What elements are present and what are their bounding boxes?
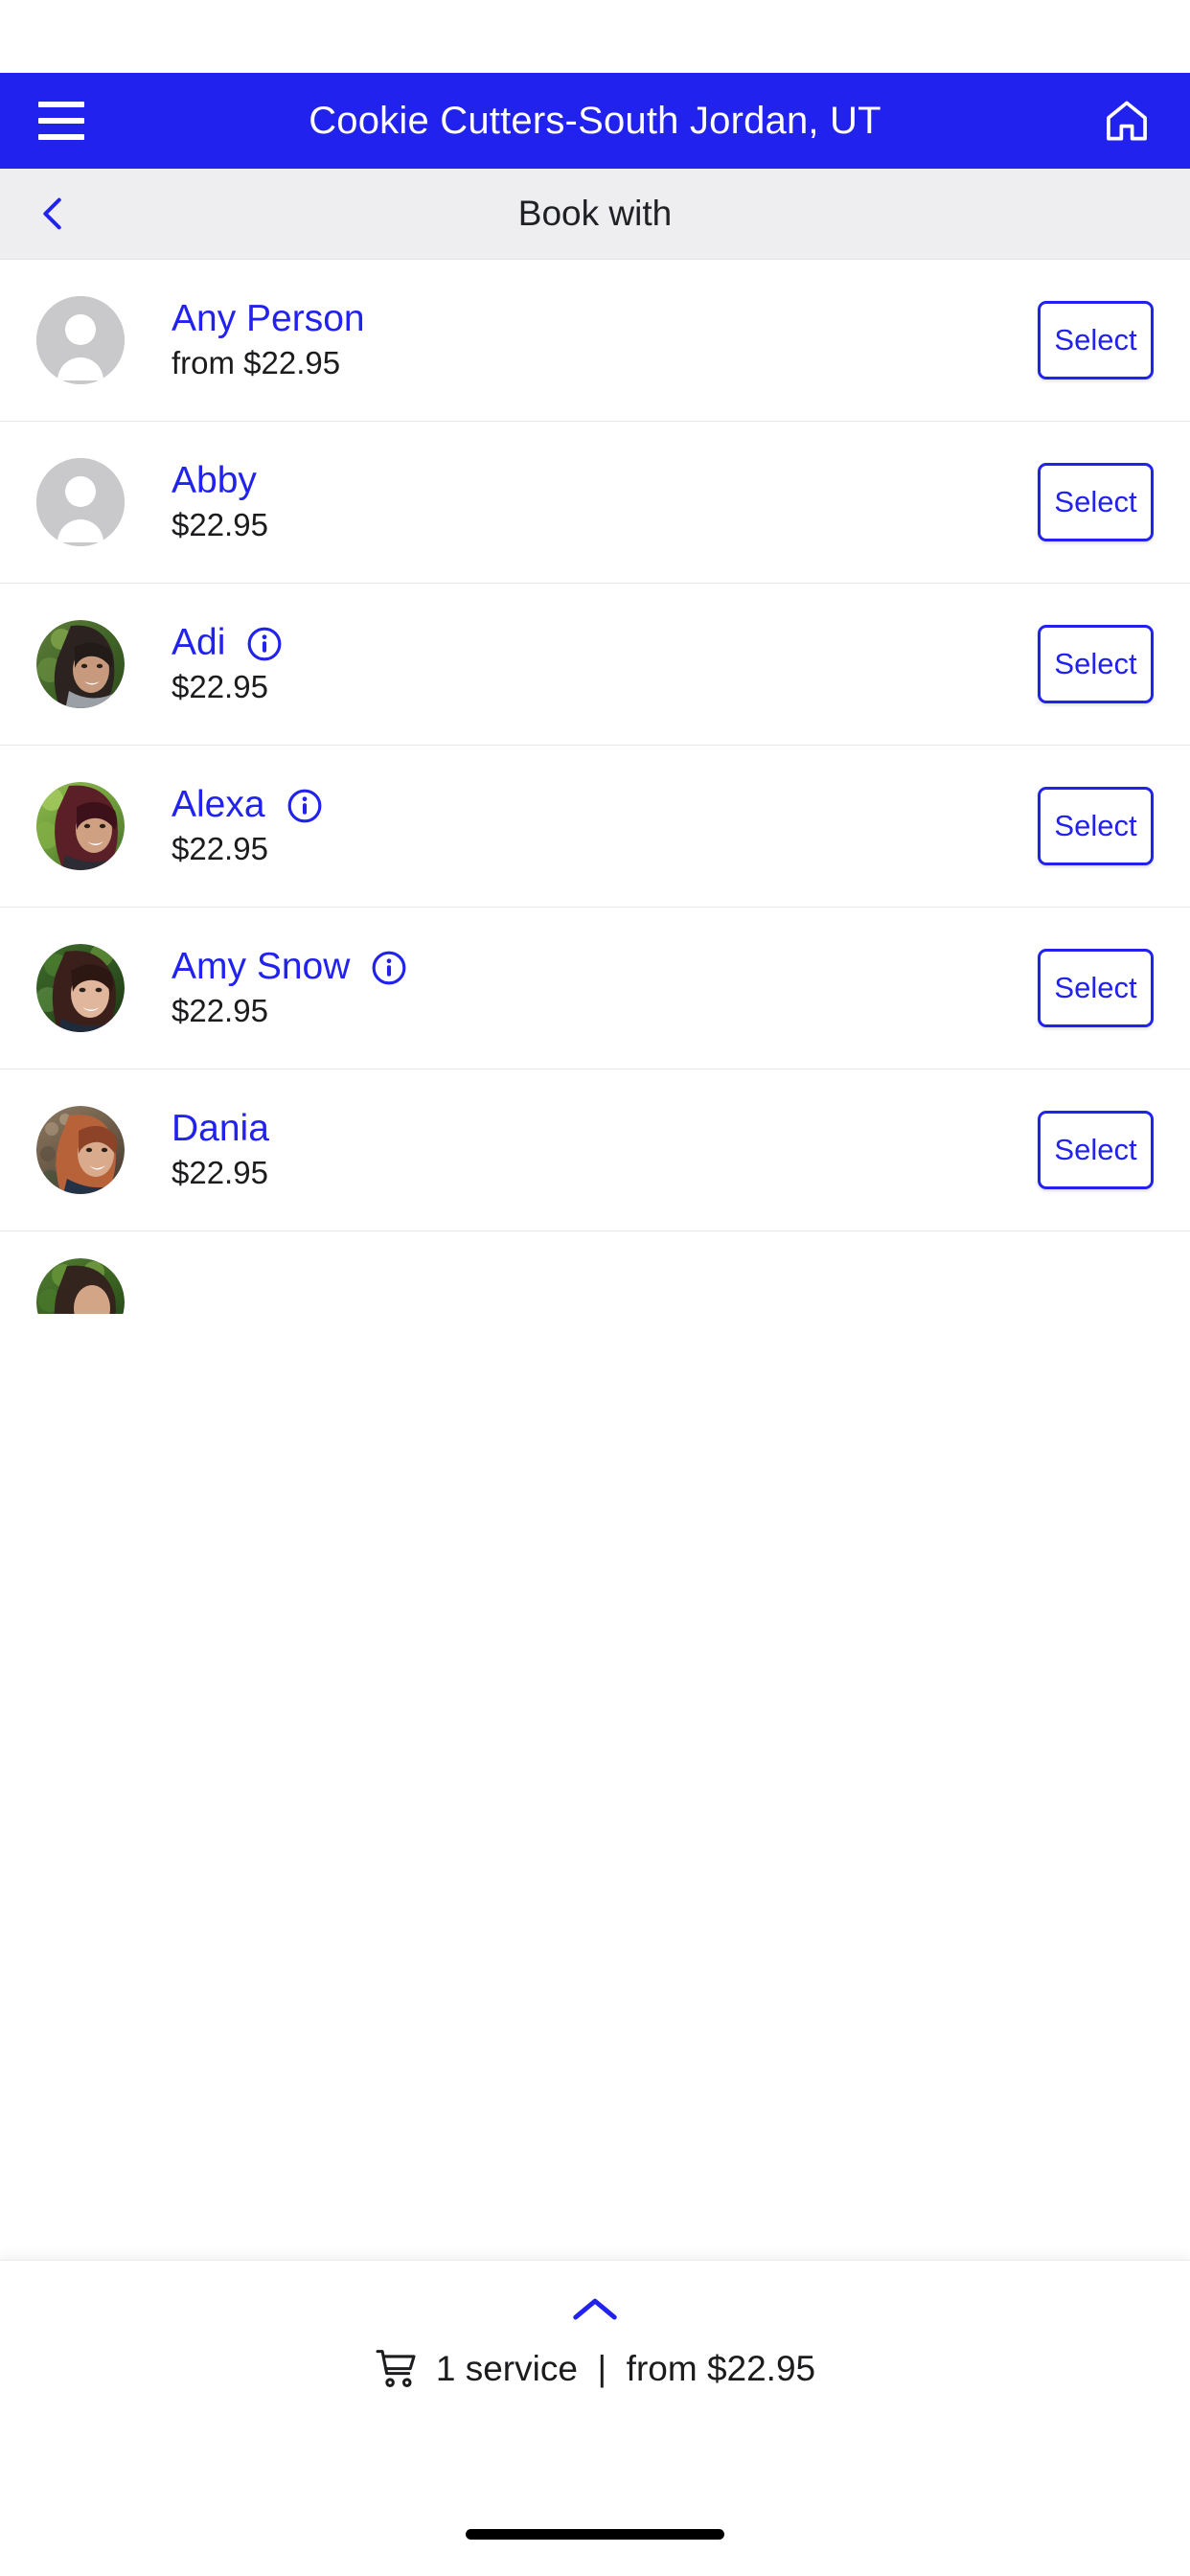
person-placeholder-icon (36, 458, 125, 546)
list-item[interactable]: Adi $22.95 Select (0, 584, 1190, 746)
avatar (36, 296, 125, 384)
name-row: Amy Snow (172, 946, 1038, 988)
staff-photo (36, 944, 125, 1032)
staff-price: $22.95 (172, 669, 268, 705)
info-icon[interactable] (286, 788, 323, 824)
app-bar: Cookie Cutters-South Jordan, UT (0, 73, 1190, 169)
staff-price: $22.95 (172, 1155, 268, 1191)
staff-name: Dania (172, 1108, 269, 1150)
staff-price: $22.95 (172, 507, 268, 543)
avatar (36, 782, 125, 870)
staff-price: $22.95 (172, 993, 268, 1029)
list-item-info: Any Person from $22.95 (125, 298, 1038, 381)
avatar (36, 944, 125, 1032)
staff-photo (36, 1106, 125, 1194)
name-row: Any Person (172, 298, 1038, 340)
hamburger-menu-icon[interactable] (38, 102, 84, 140)
list-item-info: Abby $22.95 (125, 460, 1038, 543)
person-placeholder-icon (36, 296, 125, 384)
list-item-info: Dania $22.95 (125, 1108, 1038, 1191)
info-icon[interactable] (246, 626, 283, 662)
staff-name: Abby (172, 460, 257, 502)
page-title: Cookie Cutters-South Jordan, UT (309, 99, 881, 142)
chevron-up-icon (573, 2298, 617, 2320)
staff-price: from $22.95 (172, 345, 341, 381)
list-item[interactable]: Amy Snow $22.95 Select (0, 908, 1190, 1070)
expand-cart-button[interactable] (569, 2291, 621, 2326)
list-item[interactable]: Alexa $22.95 Select (0, 746, 1190, 908)
bottom-cart-bar: 1 service | from $22.95 (0, 2260, 1190, 2576)
select-button[interactable]: Select (1038, 625, 1154, 703)
hamburger-line (38, 102, 84, 107)
select-button[interactable]: Select (1038, 787, 1154, 865)
chevron-left-icon (43, 197, 61, 230)
name-row: Dania (172, 1108, 1038, 1150)
select-button[interactable]: Select (1038, 463, 1154, 541)
hamburger-line (38, 118, 84, 124)
staff-name: Adi (172, 622, 226, 664)
list-item[interactable]: Abby $22.95 Select (0, 422, 1190, 584)
staff-photo (36, 1258, 125, 1314)
cart-summary[interactable]: 1 service | from $22.95 (375, 2347, 815, 2391)
name-row: Adi (172, 622, 1038, 664)
home-icon[interactable] (1102, 96, 1152, 146)
sub-header: Book with (0, 169, 1190, 260)
hamburger-line (38, 134, 84, 140)
name-row: Abby (172, 460, 1038, 502)
staff-list: Any Person from $22.95 Select Abby $22.9… (0, 260, 1190, 1314)
select-button[interactable]: Select (1038, 949, 1154, 1027)
list-item[interactable] (0, 1231, 1190, 1314)
list-item-info: Amy Snow $22.95 (125, 946, 1038, 1029)
staff-price: $22.95 (172, 831, 268, 867)
staff-photo (36, 620, 125, 708)
cart-summary-text: 1 service | from $22.95 (435, 2349, 816, 2388)
info-icon[interactable] (371, 950, 407, 986)
avatar (36, 1106, 125, 1194)
select-button[interactable]: Select (1038, 301, 1154, 380)
list-item[interactable]: Dania $22.95 Select (0, 1070, 1190, 1231)
list-item-info: Alexa $22.95 (125, 784, 1038, 867)
list-item[interactable]: Any Person from $22.95 Select (0, 260, 1190, 422)
avatar (36, 1258, 125, 1314)
avatar (36, 458, 125, 546)
status-bar (0, 0, 1190, 73)
sub-header-title: Book with (517, 194, 673, 233)
list-item-info (125, 1251, 1154, 1258)
shopping-cart-icon (376, 2350, 416, 2387)
staff-name: Amy Snow (172, 946, 351, 988)
list-item-info: Adi $22.95 (125, 622, 1038, 705)
select-button[interactable]: Select (1038, 1111, 1154, 1189)
staff-photo (36, 782, 125, 870)
staff-name: Any Person (172, 298, 365, 340)
back-button[interactable] (10, 192, 96, 236)
home-indicator (466, 2529, 724, 2540)
staff-name: Alexa (172, 784, 265, 826)
avatar (36, 620, 125, 708)
name-row: Alexa (172, 784, 1038, 826)
